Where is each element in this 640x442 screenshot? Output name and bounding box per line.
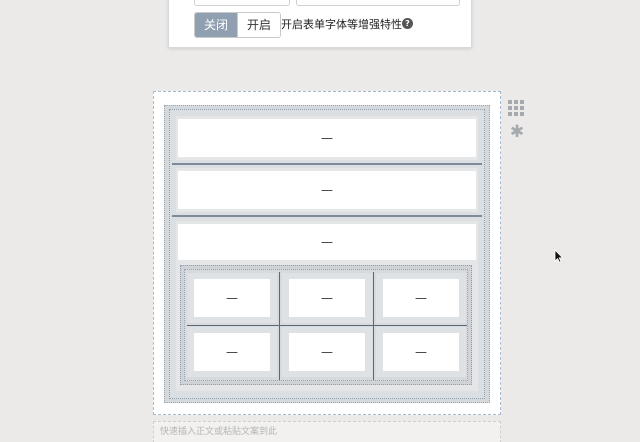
toggle-on-button[interactable]: 开启 [237,13,281,37]
layout-row[interactable]: — [172,116,482,165]
text-block[interactable]: — [178,171,476,209]
layout-row[interactable]: — [172,168,482,217]
grid-cell[interactable]: — [187,327,277,377]
grid-container[interactable]: — — — — — — [180,265,472,385]
gear-icon[interactable]: ✱ [509,124,525,141]
text-block[interactable]: — [289,279,365,317]
settings-field-left[interactable] [194,0,290,6]
enhance-option-label: 开启表单字体等增强特性 [281,18,402,31]
layout-inner-container: — — — — — — — — — [169,109,485,399]
text-block[interactable]: — [194,333,270,371]
grid-icon[interactable] [508,100,524,116]
settings-field-right[interactable] [296,0,460,6]
question-circle-icon[interactable]: ? [402,18,413,29]
text-block[interactable]: — [383,333,459,371]
grid-cell[interactable]: — [187,273,277,323]
text-block[interactable]: — [178,119,476,157]
grid-cell[interactable]: — [376,273,466,323]
row-divider [187,325,467,326]
column-divider [279,272,280,380]
text-block[interactable]: — [178,224,476,260]
text-block[interactable]: — [289,333,365,371]
mouse-pointer-icon [554,249,564,263]
enhance-toggle[interactable]: 关闭 开启 [194,12,282,38]
grid-cell[interactable]: — [282,273,372,323]
layout-container[interactable]: — — — — — — — — — [164,105,490,403]
layout-row[interactable]: — — — — — — — [176,221,478,391]
column-divider [373,272,374,380]
grid-cell[interactable]: — [282,327,372,377]
editor-canvas[interactable]: — — — — — — — — — [153,91,501,415]
grid-cell[interactable]: — [376,327,466,377]
text-block[interactable]: — [194,279,270,317]
grid-inner-container: — — — — — — [184,269,468,381]
text-block[interactable]: — [383,279,459,317]
quick-insert-input[interactable]: 快速插入正文或粘贴文案到此 [153,421,501,442]
toggle-off-button[interactable]: 关闭 [195,13,238,37]
